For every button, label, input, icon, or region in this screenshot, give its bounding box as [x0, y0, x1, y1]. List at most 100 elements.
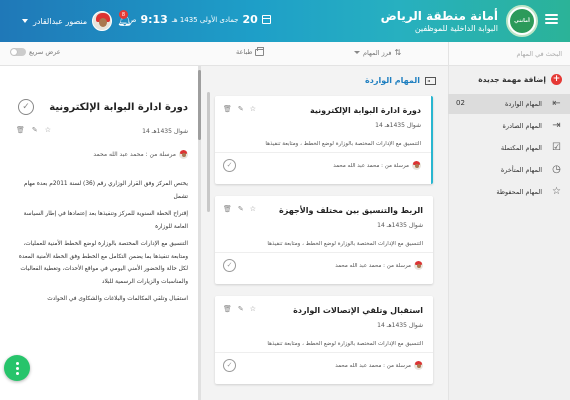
complete-check-icon[interactable]: ✓ [223, 159, 236, 172]
sidebar-item-late[interactable]: ◷ المهام المتأخرة [448, 160, 570, 180]
sidebar-item-outgoing[interactable]: ⇥ المهام الصادرة [448, 116, 570, 136]
sort-dropdown[interactable]: فرز المهام ⇅ [354, 48, 401, 57]
dot [15, 361, 19, 365]
amanah-logo[interactable]: أمانتي [506, 5, 538, 37]
complete-check-icon[interactable]: ✓ [18, 99, 34, 115]
sender-text: مرسلة من : محمد عبد الله محمد [335, 362, 411, 369]
detail-paragraph: التنسيق مع الإدارات المختصة بالوزارة لوض… [18, 241, 188, 285]
add-task-label: إضافة مهمة جديدة [478, 75, 546, 84]
sidebar: إضافة مهمة جديدة + ⇤ المهام الواردة 02 ⇥… [448, 66, 570, 400]
brand-subtitle: البوابة الداخلية للموظفين [414, 24, 498, 33]
task-card[interactable]: 🗑︎ ✎ ☆ استقبال وتلقي الإتصالات الواردة ش… [215, 296, 433, 384]
user-menu[interactable]: منصور عبدالقادر [22, 11, 113, 31]
sender-text: مرسلة من : محمد عبد الله محمد [93, 151, 176, 158]
sidebar-item-label: المهام المحفوظة [496, 188, 542, 196]
clock-icon: ◷ [552, 164, 561, 175]
notification-badge: 8 [119, 10, 128, 19]
detail-actions: 🗑︎ ✎ ☆ [16, 126, 51, 134]
brand-block: أمانة منطقة الرياض البوابة الداخلية للمو… [381, 9, 498, 34]
list-header: المهام الواردة [365, 76, 436, 85]
edit-icon[interactable]: ✎ [32, 126, 38, 134]
sort-icon: ⇅ [394, 48, 402, 57]
star-icon[interactable]: ☆ [45, 126, 51, 134]
task-card[interactable]: 🗑︎ ✎ ☆ دورة ادارة البوابة الإلكترونية شو… [215, 96, 433, 184]
star-icon[interactable]: ☆ [250, 305, 256, 313]
task-sender: مرسلة من : محمد عبد الله محمد [333, 161, 421, 170]
notifications-button[interactable]: 🔔︎ 8 [117, 10, 133, 30]
task-title: دورة ادارة البوابة الإلكترونية [310, 106, 421, 115]
print-button[interactable]: طباعة [236, 46, 265, 56]
edit-icon[interactable]: ✎ [238, 105, 244, 113]
sidebar-item-count: 02 [456, 99, 465, 107]
sidebar-item-label: المهام المتأخرة [500, 166, 542, 174]
trash-icon[interactable]: 🗑︎ [223, 105, 232, 113]
more-actions-button[interactable] [4, 355, 30, 381]
sender-text: مرسلة من : محمد عبد الله محمد [333, 162, 409, 169]
card-actions: 🗑︎ ✎ ☆ [223, 105, 256, 113]
sidebar-item-label: المهام الصادرة [502, 122, 542, 130]
detail-body: يختص المركز وفق القرار الوزاري رقم (36) … [12, 178, 188, 311]
complete-check-icon[interactable]: ✓ [223, 259, 236, 272]
inbox-icon: ⇤ [552, 98, 561, 109]
dot [15, 366, 19, 370]
dot [15, 371, 19, 375]
task-detail-panel: ✓ دورة ادارة البوابة الإلكترونية 🗑︎ ✎ ☆ … [0, 66, 201, 400]
task-description: التنسيق مع الإدارات المختصة بالوزارة لوض… [267, 341, 423, 347]
sort-label: فرز المهام [363, 48, 392, 57]
sender-avatar [414, 261, 423, 270]
logo-emblem: أمانتي [510, 9, 534, 33]
calendar-icon [261, 15, 271, 24]
add-task-button[interactable]: إضافة مهمة جديدة + [478, 74, 562, 85]
detail-paragraph: استقبال وتلقي المكالمات والبلاغات والشكا… [47, 296, 188, 302]
list-title: المهام الواردة [365, 76, 420, 85]
detail-paragraph: إقتراح الخطة السنوية للمركز وتنفيذها بعد… [23, 211, 188, 230]
sender-avatar [412, 161, 421, 170]
brand-title: أمانة منطقة الرياض [380, 9, 498, 23]
divider [215, 352, 433, 353]
task-title: استقبال وتلقي الإتصالات الواردة [293, 306, 423, 315]
trash-icon[interactable]: 🗑︎ [223, 305, 232, 313]
task-date: شوال 1435هـ 14 [377, 222, 423, 229]
task-sender: مرسلة من : محمد عبد الله محمد [335, 261, 423, 270]
sidebar-item-incoming[interactable]: ⇤ المهام الواردة 02 [448, 94, 570, 114]
toggle-switch[interactable] [10, 48, 26, 56]
trash-icon[interactable]: 🗑︎ [223, 205, 232, 213]
avatar [92, 11, 113, 31]
printer-icon [255, 46, 265, 56]
edit-icon[interactable]: ✎ [238, 305, 244, 313]
star-icon[interactable]: ☆ [250, 105, 256, 113]
trash-icon[interactable]: 🗑︎ [16, 126, 25, 134]
detail-scrollbar[interactable] [198, 66, 201, 400]
detail-date: شوال 1435هـ 14 [142, 128, 188, 135]
clock-time: 9:13 [140, 13, 168, 26]
detail-paragraph: يختص المركز وفق القرار الوزاري رقم (36) … [23, 181, 188, 200]
task-date: شوال 1435هـ 14 [377, 322, 423, 329]
collapse-panel-icon[interactable] [425, 76, 436, 85]
card-actions: 🗑︎ ✎ ☆ [223, 205, 256, 213]
star-icon: ☆ [552, 186, 561, 197]
card-actions: 🗑︎ ✎ ☆ [223, 305, 256, 313]
star-icon[interactable]: ☆ [250, 205, 256, 213]
quick-view-toggle[interactable]: عرض سريع [10, 48, 61, 56]
sidebar-item-saved[interactable]: ☆ المهام المحفوظة [448, 182, 570, 202]
user-name: منصور عبدالقادر [33, 16, 88, 26]
complete-check-icon[interactable]: ✓ [223, 359, 236, 372]
task-sender: مرسلة من : محمد عبد الله محمد [335, 361, 423, 370]
date-time: ص 9:13 جمادى الأولى 1435 هـ 20 [128, 13, 271, 26]
chevron-down-icon [22, 19, 28, 23]
quick-view-label: عرض سريع [29, 48, 61, 56]
print-label: طباعة [236, 48, 253, 56]
search-input[interactable]: البحث في المهام [448, 42, 570, 65]
edit-icon[interactable]: ✎ [238, 205, 244, 213]
task-card[interactable]: 🗑︎ ✎ ☆ الربط والتنسيق بين مختلف والأجهزة… [215, 196, 433, 284]
sidebar-item-label: المهام المكتملة [500, 144, 542, 152]
task-date: شوال 1435هـ 14 [375, 122, 421, 129]
chevron-down-icon [354, 51, 360, 54]
menu-icon[interactable] [545, 14, 558, 24]
sender-avatar [179, 150, 188, 159]
plus-icon: + [551, 74, 562, 85]
sidebar-item-label: المهام الواردة [504, 100, 542, 108]
sidebar-item-completed[interactable]: ☑ المهام المكتملة [448, 138, 570, 158]
list-scrollbar[interactable] [207, 92, 210, 212]
outbox-icon: ⇥ [552, 120, 561, 131]
